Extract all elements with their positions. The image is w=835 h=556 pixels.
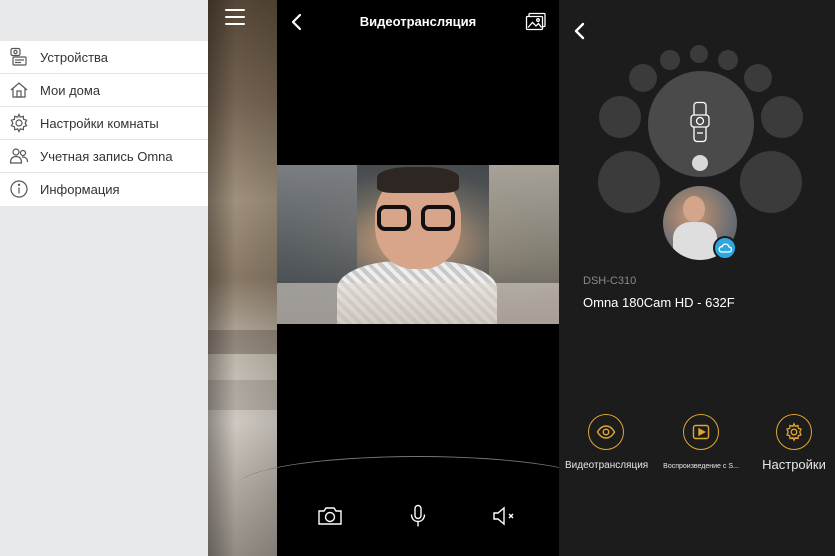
gear-icon	[9, 113, 29, 133]
side-menu: Устройства Мои дома Настройки комнаты Уч…	[0, 0, 208, 556]
device-bubble[interactable]	[648, 71, 754, 177]
menu-item-info[interactable]: Информация	[0, 173, 208, 206]
menu-item-label: Настройки комнаты	[40, 115, 159, 131]
bubble	[690, 45, 708, 63]
bubble	[718, 50, 738, 70]
account-icon	[9, 146, 29, 166]
action-settings[interactable]: Настройки	[757, 414, 831, 472]
eye-icon	[596, 425, 616, 439]
menu-item-my-homes[interactable]: Мои дома	[0, 74, 208, 107]
live-view-screen: Видеотрансляция	[237, 0, 599, 556]
menu-list: Устройства Мои дома Настройки комнаты Уч…	[0, 41, 208, 206]
bubble	[740, 151, 802, 213]
hamburger-menu-icon[interactable]	[225, 9, 245, 25]
bubble	[629, 64, 657, 92]
device-model: DSH-C310	[583, 275, 637, 287]
bubble	[761, 96, 803, 138]
bubble	[598, 151, 660, 213]
menu-item-label: Устройства	[40, 49, 109, 65]
device-detail-screen: DSH-C310 Omna 180Cam HD - 632F Видеотран…	[559, 0, 835, 556]
gallery-icon[interactable]	[525, 12, 547, 32]
action-label: Настройки	[762, 457, 826, 472]
camera-device-icon	[689, 101, 711, 143]
gear-icon	[786, 422, 802, 442]
home-icon	[9, 80, 29, 100]
camera-snapshot-icon[interactable]	[317, 504, 343, 528]
page-title: Видеотрансляция	[359, 14, 477, 29]
bubble	[660, 50, 680, 70]
bubble	[599, 96, 641, 138]
menu-item-devices[interactable]: Устройства	[0, 41, 208, 74]
info-icon	[9, 179, 29, 199]
speaker-mute-icon[interactable]	[492, 504, 518, 528]
menu-item-label: Информация	[40, 182, 120, 197]
playback-icon	[692, 424, 710, 440]
back-chevron-icon[interactable]	[573, 21, 587, 41]
devices-icon	[9, 47, 29, 67]
menu-item-label: Учетная запись Omna	[40, 148, 173, 164]
video-stream[interactable]	[277, 165, 559, 324]
action-playback[interactable]: Воспроизведение с S...	[657, 414, 745, 470]
microphone-icon[interactable]	[405, 504, 431, 528]
bubble	[744, 64, 772, 92]
device-name: Omna 180Cam HD - 632F	[583, 295, 735, 310]
status-dot	[692, 155, 708, 171]
menu-item-account[interactable]: Учетная запись Omna	[0, 140, 208, 173]
action-live-view[interactable]: Видеотрансляция	[565, 414, 649, 471]
menu-item-label: Мои дома	[40, 82, 101, 98]
action-label: Видеотрансляция	[565, 460, 649, 471]
cloud-icon	[713, 236, 737, 260]
menu-item-room-settings[interactable]: Настройки комнаты	[0, 107, 208, 140]
action-label: Воспроизведение с S...	[663, 463, 739, 470]
app-root: Устройства Мои дома Настройки комнаты Уч…	[0, 0, 835, 556]
